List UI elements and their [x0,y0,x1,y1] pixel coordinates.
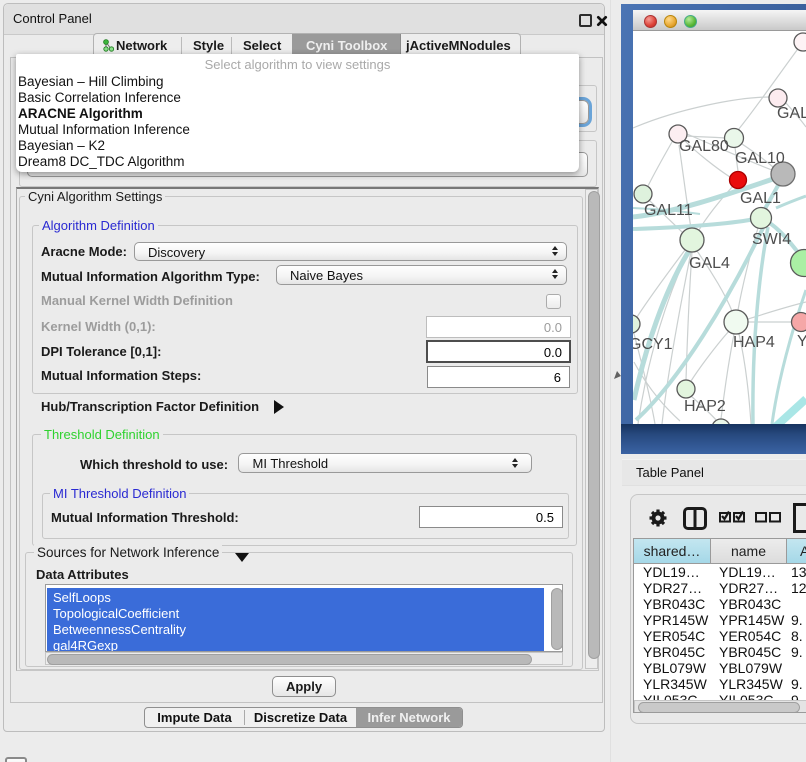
svg-text:GAL7: GAL7 [777,105,806,122]
svg-text:GAL4: GAL4 [689,255,730,272]
svg-text:GAL1: GAL1 [740,190,781,207]
svg-text:GCY1: GCY1 [633,336,673,353]
svg-text:YM: YM [797,333,806,350]
svg-text:SWI4: SWI4 [752,231,791,248]
svg-text:HAP4: HAP4 [733,334,775,351]
svg-text:GAL80: GAL80 [679,138,729,155]
svg-text:GAL10: GAL10 [735,150,785,167]
svg-text:HAP2: HAP2 [684,398,726,415]
svg-text:GAL11: GAL11 [644,202,693,219]
